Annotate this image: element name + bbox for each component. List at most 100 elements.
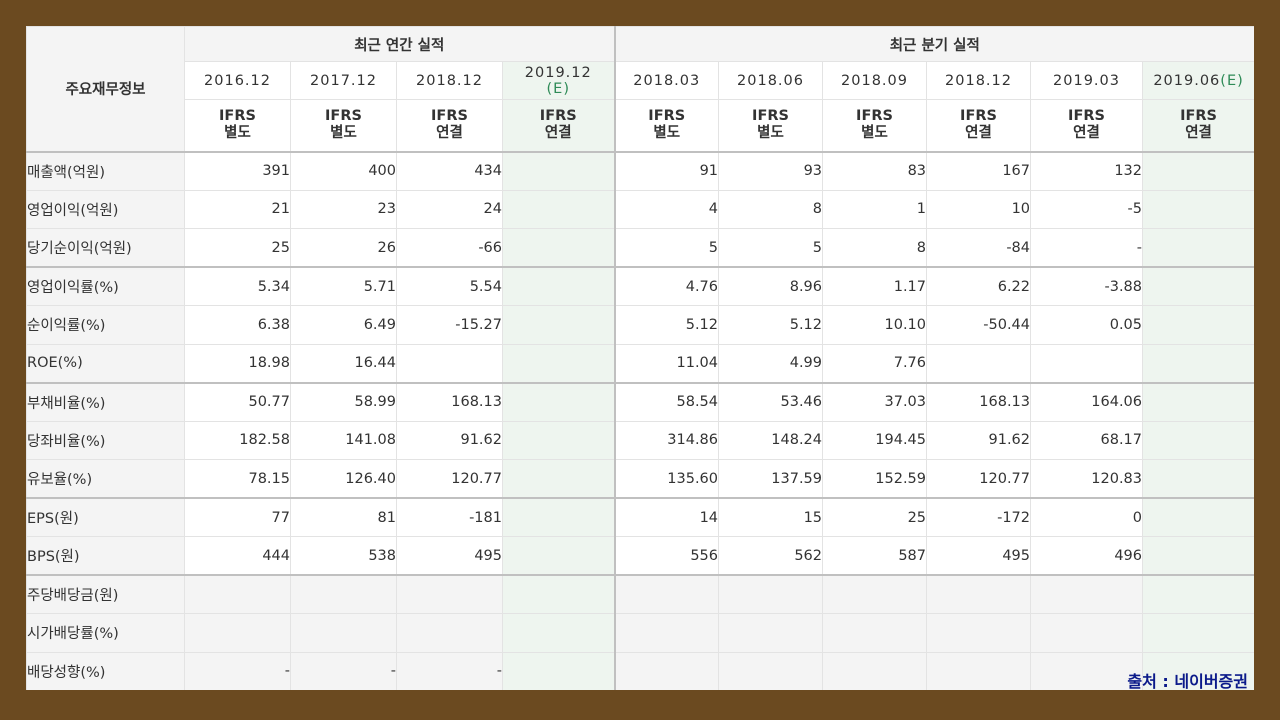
basis-header-4: IFRS 별도 [613, 99, 720, 152]
cell-value: 141.08 [290, 420, 397, 460]
cell-value: 83 [822, 150, 928, 191]
cell-value: 495 [926, 536, 1032, 576]
cell-value [501, 459, 616, 499]
row-label: 영업이익률(%) [26, 266, 185, 306]
basis-standard: IFRS [539, 108, 577, 125]
table-row: 매출액(억원) 391 400 434 91 93 83 167 132 [26, 150, 1254, 191]
basis-type: 연결 [436, 125, 463, 142]
cell-value: 5.12 [613, 305, 720, 345]
cell-value: 5 [718, 228, 824, 268]
basis-header-5: IFRS 별도 [718, 99, 824, 152]
cell-value [1142, 574, 1254, 614]
cell-value: 81 [290, 497, 397, 537]
cell-value [1030, 574, 1144, 614]
basis-header-row: IFRS 별도 IFRS 별도 IFRS 연결 IFRS 연결 IFRS 별도 IFRS 별도 IFRS… [27, 99, 1254, 152]
cell-value: 50.77 [184, 381, 291, 422]
period-label: 2018.03 [633, 72, 701, 89]
row-label: 매출액(억원) [26, 150, 185, 191]
cell-value: 5.54 [396, 266, 503, 306]
cell-value: 587 [822, 536, 928, 576]
period-header-8: 2019.03 [1030, 61, 1144, 100]
cell-value: 91.62 [926, 420, 1032, 460]
row-label: EPS(원) [26, 497, 185, 537]
basis-type: 별도 [653, 125, 681, 142]
table-row: BPS(원) 444 538 495 556 562 587 495 496 [26, 536, 1254, 576]
cell-value [396, 613, 503, 653]
row-label: 영업이익(억원) [26, 189, 185, 229]
cell-value: -5 [1030, 189, 1144, 229]
cell-value: 91.62 [396, 420, 503, 460]
basis-header-6: IFRS 별도 [822, 99, 928, 152]
row-label: ROE(%) [26, 343, 185, 383]
period-label: 2018.06 [737, 72, 804, 89]
cell-value [184, 574, 291, 614]
cell-value [1142, 497, 1254, 537]
period-header-1: 2017.12 [290, 61, 397, 100]
cell-value [1142, 536, 1254, 576]
cell-value: 91 [613, 150, 720, 191]
basis-type: 연결 [1185, 125, 1212, 142]
cell-value: 4.99 [718, 343, 824, 383]
row-label: BPS(원) [26, 536, 185, 576]
period-label: 2018.09 [841, 72, 908, 89]
cell-value: -84 [926, 228, 1032, 268]
cell-value: 132 [1030, 150, 1144, 191]
cell-value: 152.59 [822, 459, 928, 499]
cell-value [1142, 189, 1254, 229]
cell-value: 135.60 [613, 459, 720, 499]
estimate-mark: (E) [1220, 72, 1244, 89]
cell-value [501, 497, 616, 537]
cell-value [501, 189, 616, 229]
cell-value: - [290, 651, 397, 690]
cell-value: 164.06 [1030, 381, 1144, 422]
cell-value [501, 228, 616, 268]
basis-standard: IFRS [1180, 108, 1217, 125]
cell-value: - [184, 651, 291, 690]
cell-value: 23 [290, 189, 397, 229]
basis-type: 별도 [330, 125, 357, 142]
cell-value: 4 [613, 189, 720, 229]
basis-standard: IFRS [431, 108, 468, 125]
cell-value [1142, 381, 1254, 422]
basis-standard: IFRS [960, 108, 997, 125]
cell-value [822, 651, 928, 690]
cell-value [290, 574, 397, 614]
period-label: 2019.03 [1053, 72, 1120, 89]
table-row: 부채비율(%) 50.77 58.99 168.13 58.54 53.46 37.03 16… [26, 381, 1254, 422]
annual-group-header: 최근 연간 실적 [183, 26, 616, 62]
cell-value: 126.40 [290, 459, 397, 499]
cell-value [501, 574, 616, 614]
cell-value: 5 [613, 228, 720, 268]
cell-value: 1.17 [822, 266, 928, 306]
cell-value [718, 574, 824, 614]
basis-header-7: IFRS 연결 [926, 99, 1032, 152]
cell-value: 14 [613, 497, 720, 537]
cell-value [501, 651, 616, 690]
cell-value: 25 [822, 497, 928, 537]
cell-value [501, 613, 616, 653]
period-label: 2018.12 [945, 72, 1012, 89]
cell-value: - [396, 651, 503, 690]
cell-value: 6.22 [926, 266, 1032, 306]
cell-value: 24 [396, 189, 503, 229]
row-label: 배당성향(%) [26, 651, 185, 690]
cell-value: 168.13 [926, 381, 1032, 422]
cell-value: 391 [184, 150, 291, 191]
table-row: 영업이익(억원) 21 23 24 4 8 1 10 -5 [26, 189, 1254, 229]
cell-value: 68.17 [1030, 420, 1144, 460]
period-header-6: 2018.09 [822, 61, 928, 100]
financial-summary-panel: 주요재무정보 최근 연간 실적 최근 분기 실적 2016.12 2017.12 2… [26, 26, 1254, 690]
cell-value [926, 574, 1032, 614]
cell-value: 314.86 [613, 420, 720, 460]
table-row: 배당성향(%) - - - [26, 651, 1254, 690]
cell-value [718, 613, 824, 653]
cell-value: 21 [184, 189, 291, 229]
cell-value [926, 343, 1032, 383]
basis-type: 별도 [861, 125, 888, 142]
cell-value [396, 343, 503, 383]
cell-value: 93 [718, 150, 824, 191]
cell-value: 496 [1030, 536, 1144, 576]
period-header-row: 2016.12 2017.12 2018.12 2019.12 (E) 2018.03 20… [27, 61, 1254, 100]
cell-value: 120.77 [926, 459, 1032, 499]
cell-value: -50.44 [926, 305, 1032, 345]
